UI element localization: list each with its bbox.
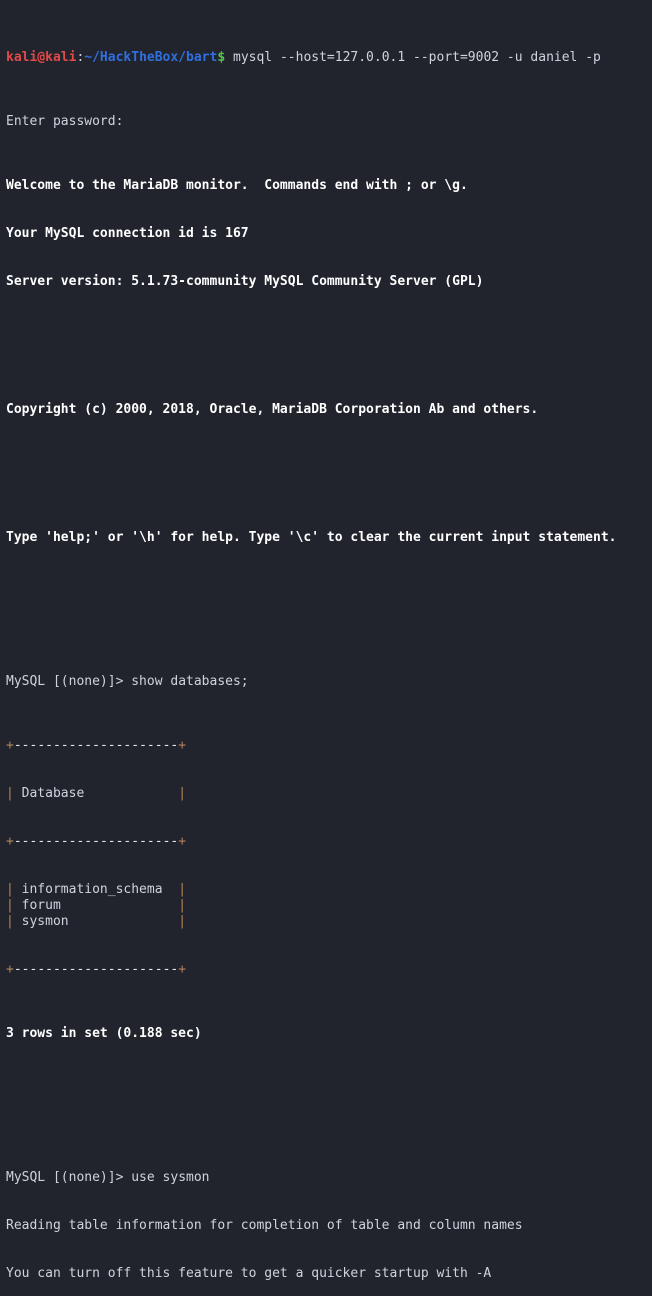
table-row: | forum | bbox=[6, 898, 187, 913]
table-header-row-1: | Database | bbox=[6, 786, 652, 802]
table-rule: +---------------------+ bbox=[6, 738, 187, 753]
shell-prompt-line: kali@kali:~/HackTheBox/bart$ mysql --hos… bbox=[6, 50, 652, 66]
table-rule-mid-1: +---------------------+ bbox=[6, 834, 652, 850]
copyright-line: Copyright (c) 2000, 2018, Oracle, MariaD… bbox=[6, 402, 539, 417]
prompt-path: ~/HackTheBox/bart bbox=[84, 50, 218, 65]
help-line: Type 'help;' or '\h' for help. Type '\c'… bbox=[6, 530, 617, 545]
table-row: | information_schema | bbox=[6, 882, 187, 897]
notice-line-2: You can turn off this feature to get a q… bbox=[6, 1266, 492, 1281]
table-rule-top-1: +---------------------+ bbox=[6, 738, 652, 754]
mysql-prompt: MySQL [(none)]> bbox=[6, 674, 132, 689]
table-rule: +---------------------+ bbox=[6, 962, 187, 977]
mysql-prompt-line-1: MySQL [(none)]> show databases; bbox=[6, 674, 652, 690]
mysql-prompt: MySQL [(none)]> bbox=[6, 1170, 132, 1185]
table-header-cell: | Database | bbox=[6, 786, 187, 801]
banner-line-connection-id: Your MySQL connection id is 167 bbox=[6, 226, 249, 241]
mysql-prompt-line-2: MySQL [(none)]> use sysmon bbox=[6, 1170, 652, 1186]
table-body-1: | information_schema | | forum | | sysmon … bbox=[6, 882, 652, 930]
terminal-window[interactable]: kali@kali:~/HackTheBox/bart$ mysql --hos… bbox=[0, 0, 652, 1281]
mysql-command: show databases; bbox=[131, 674, 249, 689]
prompt-symbol: $ bbox=[217, 50, 226, 65]
query-result-1: 3 rows in set (0.188 sec) bbox=[6, 1026, 202, 1041]
shell-command: mysql --host=127.0.0.1 --port=9002 -u da… bbox=[225, 50, 601, 65]
prompt-user-host: kali@kali bbox=[6, 50, 77, 65]
banner-line-welcome: Welcome to the MariaDB monitor. Commands… bbox=[6, 178, 468, 193]
table-rule-bottom-1: +---------------------+ bbox=[6, 962, 652, 978]
banner-line-server-version: Server version: 5.1.73-community MySQL C… bbox=[6, 274, 484, 289]
password-prompt: Enter password: bbox=[6, 114, 124, 129]
mysql-command: use sysmon bbox=[131, 1170, 210, 1185]
table-rule: +---------------------+ bbox=[6, 834, 187, 849]
notice-line-1: Reading table information for completion… bbox=[6, 1218, 523, 1233]
table-row: | sysmon | bbox=[6, 914, 187, 929]
